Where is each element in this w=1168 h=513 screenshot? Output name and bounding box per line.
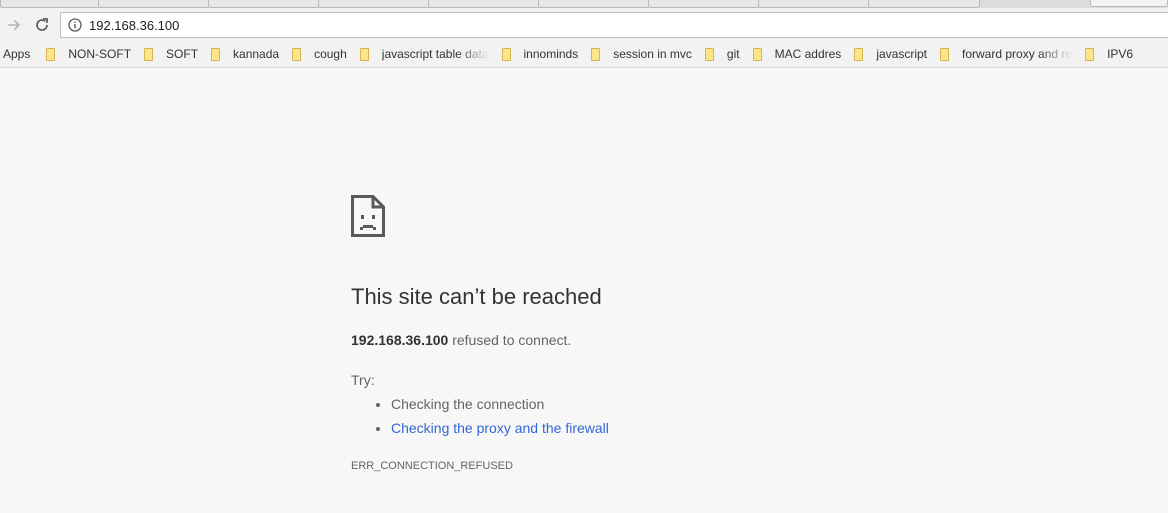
suggestion-item: Checking the connection	[391, 394, 609, 418]
toolbar	[0, 8, 1168, 42]
tab[interactable]	[868, 0, 980, 8]
browser-chrome: Apps NON-SOFT SOFT kannada cough javascr…	[0, 0, 1168, 68]
bookmark-label: cough	[314, 47, 347, 61]
tab[interactable]	[648, 0, 760, 8]
folder-icon	[211, 47, 221, 61]
tab-strip	[0, 0, 1168, 8]
bookmark-label: session in mvc	[613, 47, 692, 61]
bookmark-folder[interactable]: git	[704, 47, 740, 61]
bookmark-folder[interactable]: kannada	[211, 47, 279, 61]
bookmark-folder[interactable]: NON-SOFT	[46, 47, 131, 61]
forward-arrow-icon	[8, 19, 21, 31]
bookmark-label: NON-SOFT	[68, 47, 132, 61]
folder-icon	[46, 47, 56, 61]
error-message: refused to connect.	[448, 332, 572, 348]
error-code: ERR_CONNECTION_REFUSED	[351, 460, 513, 472]
tab[interactable]	[0, 0, 100, 8]
proxy-firewall-link[interactable]: Checking the proxy and the firewall	[391, 420, 609, 436]
try-label: Try:	[351, 372, 375, 388]
reload-button[interactable]	[29, 12, 55, 38]
bookmark-folder[interactable]: javascript	[854, 47, 927, 61]
site-info-icon[interactable]	[67, 17, 83, 33]
folder-icon	[501, 47, 511, 61]
bookmark-folder[interactable]: innominds	[501, 47, 579, 61]
folder-icon	[704, 47, 714, 61]
bookmark-folder[interactable]: javascript table data	[359, 47, 489, 61]
bookmark-folder[interactable]: IPV6	[1085, 47, 1133, 61]
bookmark-label: javascript table data	[381, 47, 489, 61]
bookmark-label: javascript	[876, 47, 927, 61]
folder-icon	[854, 47, 864, 61]
error-host: 192.168.36.100	[351, 332, 449, 348]
folder-icon	[1085, 47, 1095, 61]
tab[interactable]	[318, 0, 430, 8]
bookmark-label: git	[726, 47, 740, 61]
tab[interactable]	[98, 0, 210, 8]
bookmark-label: SOFT	[166, 47, 199, 61]
folder-icon	[752, 47, 762, 61]
bookmark-label: kannada	[233, 47, 280, 61]
forward-button[interactable]	[1, 12, 27, 38]
suggestion-list: Checking the connection Checking the pro…	[373, 394, 609, 442]
address-input[interactable]	[89, 15, 989, 35]
suggestion-item: Checking the proxy and the firewall	[391, 418, 609, 442]
bookmark-folder[interactable]: session in mvc	[591, 47, 692, 61]
bookmark-label: innominds	[523, 47, 579, 61]
info-icon	[68, 18, 82, 32]
tab[interactable]	[208, 0, 320, 8]
tab[interactable]	[758, 0, 870, 8]
apps-shortcut[interactable]: Apps	[3, 47, 30, 61]
folder-icon	[940, 47, 949, 61]
tab[interactable]	[428, 0, 540, 8]
bookmark-folder[interactable]: SOFT	[144, 47, 198, 61]
folder-icon	[292, 47, 302, 61]
folder-icon	[591, 47, 601, 61]
reload-icon	[36, 17, 49, 31]
bookmark-label: IPV6	[1107, 47, 1134, 61]
error-detail: 192.168.36.100 refused to connect.	[351, 332, 571, 348]
bookmark-folder[interactable]: forward proxy and re	[940, 47, 1072, 61]
bookmark-label: forward proxy and re	[962, 47, 1073, 61]
bookmark-folder[interactable]: MAC addres	[752, 47, 842, 61]
bookmark-label: MAC addres	[774, 47, 842, 61]
new-tab-button[interactable]	[1090, 0, 1168, 7]
bookmarks-bar: Apps NON-SOFT SOFT kannada cough javascr…	[0, 42, 1168, 66]
folder-icon	[144, 47, 154, 61]
address-bar[interactable]	[60, 12, 1168, 38]
folder-icon	[359, 47, 369, 61]
error-title: This site can’t be reached	[351, 284, 602, 309]
bookmark-folder[interactable]: cough	[292, 47, 347, 61]
sad-page-icon	[351, 195, 385, 237]
suggestion-text: Checking the connection	[391, 396, 545, 412]
tab[interactable]	[538, 0, 650, 8]
